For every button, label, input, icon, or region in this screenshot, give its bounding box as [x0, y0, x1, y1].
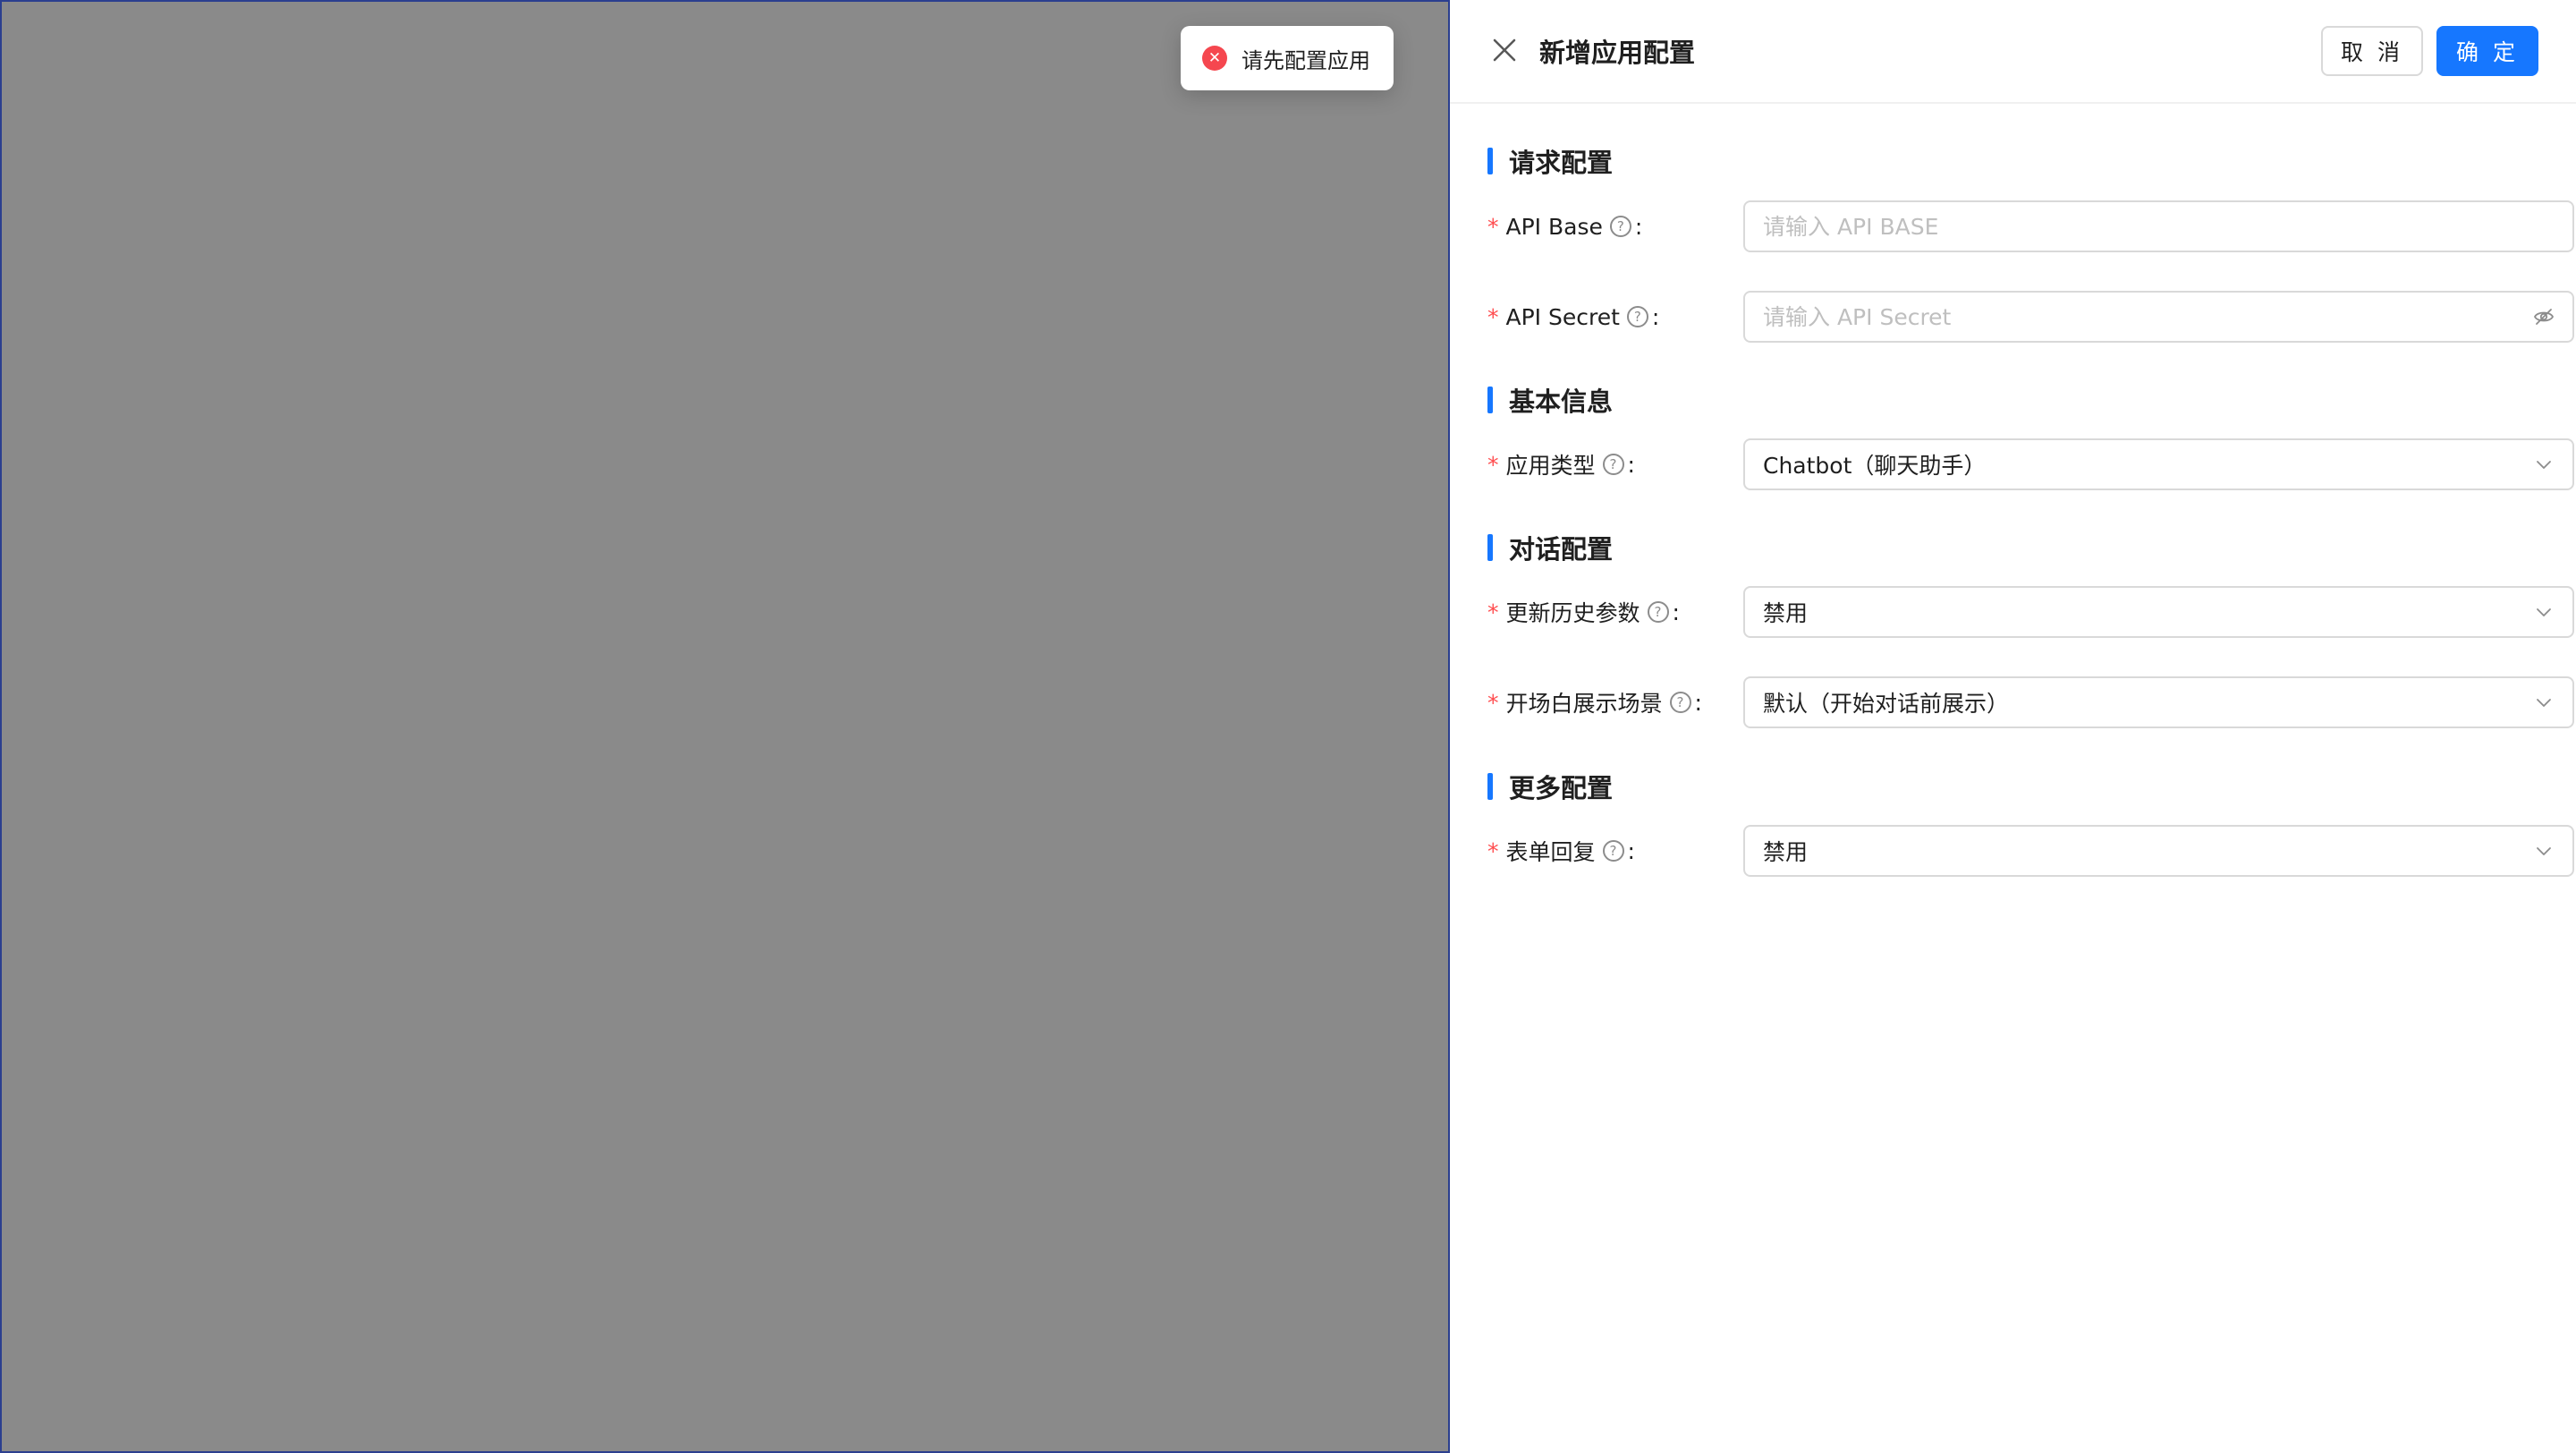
api-base-label: * API Base ? : — [1487, 200, 1642, 252]
help-icon[interactable]: ? — [1669, 692, 1691, 713]
form-reply-value: 禁用 — [1763, 839, 1809, 865]
app-root: ✕ 请先配置应用 新增应用配置 取 消 确 定 请求配置 * API Base … — [0, 0, 2576, 1453]
update-history-label: * 更新历史参数 ? : — [1487, 586, 1680, 638]
help-icon[interactable]: ? — [1602, 840, 1624, 862]
section-request-label: 请求配置 — [1509, 148, 1614, 178]
cancel-button[interactable]: 取 消 — [2321, 26, 2423, 76]
label-colon: : — [1634, 213, 1643, 240]
api-base-label-text: API Base — [1505, 213, 1603, 240]
form-row-update-history: * 更新历史参数 ? : 禁用 — [1487, 586, 2574, 638]
chevron-down-icon — [2537, 847, 2551, 855]
required-mark: * — [1487, 837, 1499, 864]
section-accent-bar — [1487, 387, 1493, 413]
form-row-form-reply: * 表单回复 ? : 禁用 — [1487, 825, 2574, 877]
opening-scene-label: * 开场白展示场景 ? : — [1487, 676, 1702, 728]
form-row-api-base: * API Base ? : — [1487, 200, 2574, 252]
update-history-select[interactable]: 禁用 — [1743, 586, 2574, 638]
update-history-label-text: 更新历史参数 — [1505, 600, 1640, 626]
drawer-header: 新增应用配置 取 消 确 定 — [1450, 0, 2576, 104]
app-type-label: * 应用类型 ? : — [1487, 438, 1635, 490]
api-secret-label: * API Secret ? : — [1487, 291, 1659, 343]
section-basic-title: 基本信息 — [1487, 384, 1614, 417]
help-icon[interactable]: ? — [1647, 601, 1669, 623]
chevron-down-icon — [2537, 608, 2551, 616]
required-mark: * — [1487, 213, 1499, 240]
config-drawer: 新增应用配置 取 消 确 定 请求配置 * API Base ? : * API… — [1450, 0, 2576, 1453]
required-mark: * — [1487, 689, 1499, 716]
app-type-select[interactable]: Chatbot（聊天助手） — [1743, 438, 2574, 490]
section-basic-label: 基本信息 — [1509, 387, 1614, 417]
chevron-down-icon — [2537, 461, 2551, 469]
section-accent-bar — [1487, 148, 1493, 174]
opening-scene-select[interactable]: 默认（开始对话前展示） — [1743, 676, 2574, 728]
app-type-value: Chatbot（聊天助手） — [1763, 453, 1987, 479]
update-history-value: 禁用 — [1763, 600, 1809, 626]
section-more-title: 更多配置 — [1487, 770, 1613, 803]
section-conversation-title: 对话配置 — [1487, 531, 1614, 565]
required-mark: * — [1487, 303, 1499, 330]
modal-mask[interactable] — [0, 0, 1450, 1453]
opening-scene-value: 默认（开始对话前展示） — [1763, 691, 2010, 717]
api-base-field[interactable] — [1743, 200, 2574, 252]
section-more-label: 更多配置 — [1509, 773, 1614, 803]
label-colon: : — [1627, 451, 1635, 478]
api-secret-label-text: API Secret — [1505, 303, 1620, 330]
section-accent-bar — [1487, 534, 1493, 561]
section-accent-bar — [1487, 773, 1493, 800]
drawer-title: 新增应用配置 — [1539, 38, 1696, 68]
help-icon[interactable]: ? — [1602, 454, 1624, 475]
toast-message: 请先配置应用 — [1241, 47, 1370, 73]
form-reply-select[interactable]: 禁用 — [1743, 825, 2574, 877]
help-icon[interactable]: ? — [1626, 306, 1648, 327]
eye-invisible-icon[interactable] — [2533, 306, 2555, 327]
chevron-down-icon — [2537, 699, 2551, 707]
error-circle-icon: ✕ — [1202, 46, 1227, 71]
close-icon[interactable] — [1490, 36, 1519, 64]
confirm-button[interactable]: 确 定 — [2436, 26, 2538, 76]
api-secret-input[interactable] — [1763, 303, 2533, 330]
section-conversation-label: 对话配置 — [1509, 534, 1614, 565]
required-mark: * — [1487, 599, 1499, 625]
opening-scene-label-text: 开场白展示场景 — [1505, 691, 1663, 717]
section-request-title: 请求配置 — [1487, 145, 1614, 178]
label-colon: : — [1651, 303, 1660, 330]
form-row-opening-scene: * 开场白展示场景 ? : 默认（开始对话前展示） — [1487, 676, 2574, 728]
required-mark: * — [1487, 451, 1499, 478]
label-colon: : — [1627, 837, 1635, 864]
form-row-api-secret: * API Secret ? : — [1487, 291, 2574, 343]
form-reply-label-text: 表单回复 — [1505, 839, 1596, 865]
label-colon: : — [1694, 689, 1702, 716]
api-base-input[interactable] — [1763, 213, 2555, 240]
label-colon: : — [1672, 599, 1680, 625]
form-reply-label: * 表单回复 ? : — [1487, 825, 1635, 877]
api-secret-field[interactable] — [1743, 291, 2574, 343]
help-icon[interactable]: ? — [1609, 216, 1631, 237]
error-toast: ✕ 请先配置应用 — [1181, 26, 1394, 90]
app-type-label-text: 应用类型 — [1505, 453, 1596, 479]
form-row-app-type: * 应用类型 ? : Chatbot（聊天助手） — [1487, 438, 2574, 490]
